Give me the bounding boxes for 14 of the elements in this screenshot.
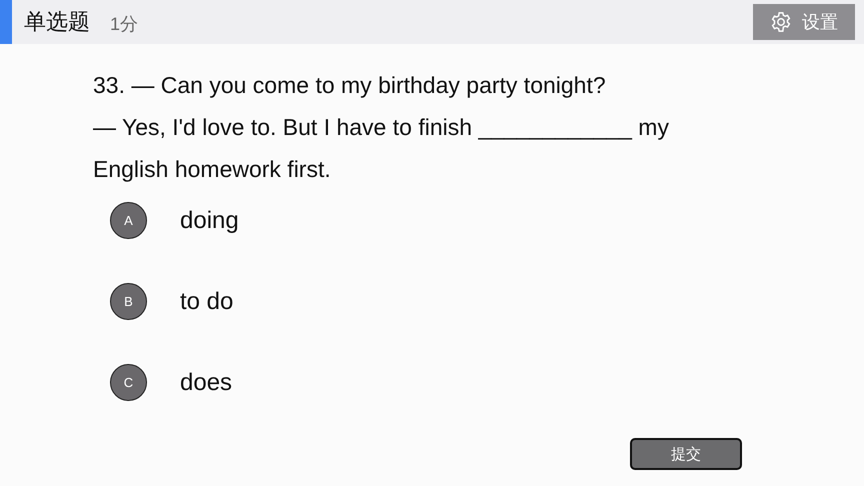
question-text: 33. — Can you come to my birthday party tonight? — [93, 71, 607, 100]
settings-button[interactable]: 设置 — [753, 4, 855, 40]
settings-icon — [770, 11, 792, 33]
option-text[interactable]: does — [180, 368, 232, 396]
option-text[interactable]: to do — [180, 288, 234, 316]
score-label: 1分 — [110, 13, 138, 36]
option-letter[interactable]: B — [110, 283, 147, 320]
accent-bar — [0, 0, 12, 44]
option-letter[interactable]: C — [110, 364, 147, 401]
option-text[interactable]: doing — [180, 206, 239, 234]
option-letter[interactable]: A — [110, 202, 147, 239]
question-type: 单选题 — [24, 8, 90, 36]
question-text: — Yes, I'd love to. But I have to finish ____________ my English homework first. — [93, 113, 670, 184]
submit-button[interactable]: 提交 — [630, 438, 742, 470]
